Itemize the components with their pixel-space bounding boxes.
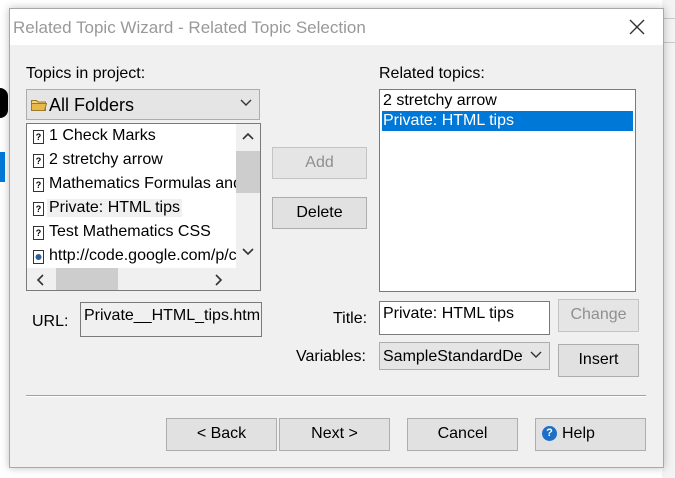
back-button[interactable]: < Back — [166, 418, 277, 451]
close-icon[interactable] — [626, 16, 648, 38]
chevron-up-icon[interactable] — [242, 132, 254, 140]
help-button-label: Help — [562, 425, 595, 442]
list-item-label: Mathematics Formulas and — [49, 175, 242, 192]
background-icon-fragment — [0, 88, 8, 118]
help-page-icon: ? — [33, 202, 44, 216]
scrollbar-thumb[interactable] — [56, 268, 118, 290]
horizontal-scrollbar[interactable] — [27, 268, 236, 290]
chevron-left-icon[interactable] — [36, 274, 44, 286]
background-divider — [664, 18, 675, 19]
next-button[interactable]: Next > — [279, 418, 390, 451]
variables-dropdown-value: SampleStandardDeviation — [383, 348, 523, 365]
help-button[interactable]: ? Help — [535, 418, 646, 451]
chevron-down-icon — [530, 351, 542, 358]
list-item-label: http://code.google.com/p/c — [49, 247, 237, 264]
add-button[interactable]: Add — [272, 147, 367, 179]
help-page-icon: ? — [33, 154, 44, 168]
url-field[interactable]: Private__HTML_tips.htm — [80, 302, 262, 337]
list-item[interactable]: 2 stretchy arrow — [382, 91, 633, 111]
footer-separator — [26, 395, 646, 397]
related-topic-wizard-dialog: Related Topic Wizard - Related Topic Sel… — [9, 8, 664, 468]
title-bar[interactable]: Related Topic Wizard - Related Topic Sel… — [10, 9, 663, 45]
list-item-label: Private: HTML tips — [47, 199, 182, 217]
list-item-label: 1 Check Marks — [49, 127, 156, 144]
window-title: Related Topic Wizard - Related Topic Sel… — [13, 18, 366, 37]
vertical-scrollbar[interactable] — [236, 124, 260, 268]
background-divider — [664, 42, 675, 43]
help-page-icon: ? — [33, 130, 44, 144]
link-icon — [33, 250, 44, 264]
url-label: URL: — [32, 313, 69, 330]
topics-in-project-label: Topics in project: — [26, 65, 146, 82]
project-topics-list[interactable]: ? 1 Check Marks ? 2 stretchy arrow ? Mat… — [26, 123, 261, 291]
folder-dropdown[interactable]: All Folders — [26, 89, 260, 120]
scrollbar-corner — [236, 268, 260, 290]
help-page-icon: ? — [33, 178, 44, 192]
related-topics-list[interactable]: 2 stretchy arrow Private: HTML tips — [379, 89, 636, 292]
background-selection-fragment — [0, 152, 5, 182]
delete-button[interactable]: Delete — [272, 197, 367, 229]
chevron-down-icon[interactable] — [242, 248, 254, 256]
list-item-label: Test Mathematics CSS — [49, 223, 211, 240]
title-label: Title: — [333, 310, 368, 327]
related-topics-label: Related topics: — [379, 65, 485, 82]
help-icon: ? — [542, 426, 557, 441]
scrollbar-thumb[interactable] — [236, 151, 260, 193]
folder-dropdown-value: All Folders — [49, 95, 135, 115]
variables-dropdown[interactable]: SampleStandardDeviation — [379, 342, 550, 370]
folder-icon — [31, 100, 47, 111]
list-item-selected[interactable]: Private: HTML tips — [382, 111, 633, 131]
cancel-button[interactable]: Cancel — [407, 418, 518, 451]
insert-button[interactable]: Insert — [558, 344, 639, 377]
chevron-down-icon — [240, 99, 252, 106]
chevron-right-icon[interactable] — [215, 274, 223, 286]
title-input[interactable]: Private: HTML tips — [379, 301, 550, 335]
help-page-icon: ? — [33, 226, 44, 240]
variables-label: Variables: — [296, 348, 366, 365]
list-item-label: 2 stretchy arrow — [49, 151, 163, 168]
change-button[interactable]: Change — [558, 299, 639, 332]
